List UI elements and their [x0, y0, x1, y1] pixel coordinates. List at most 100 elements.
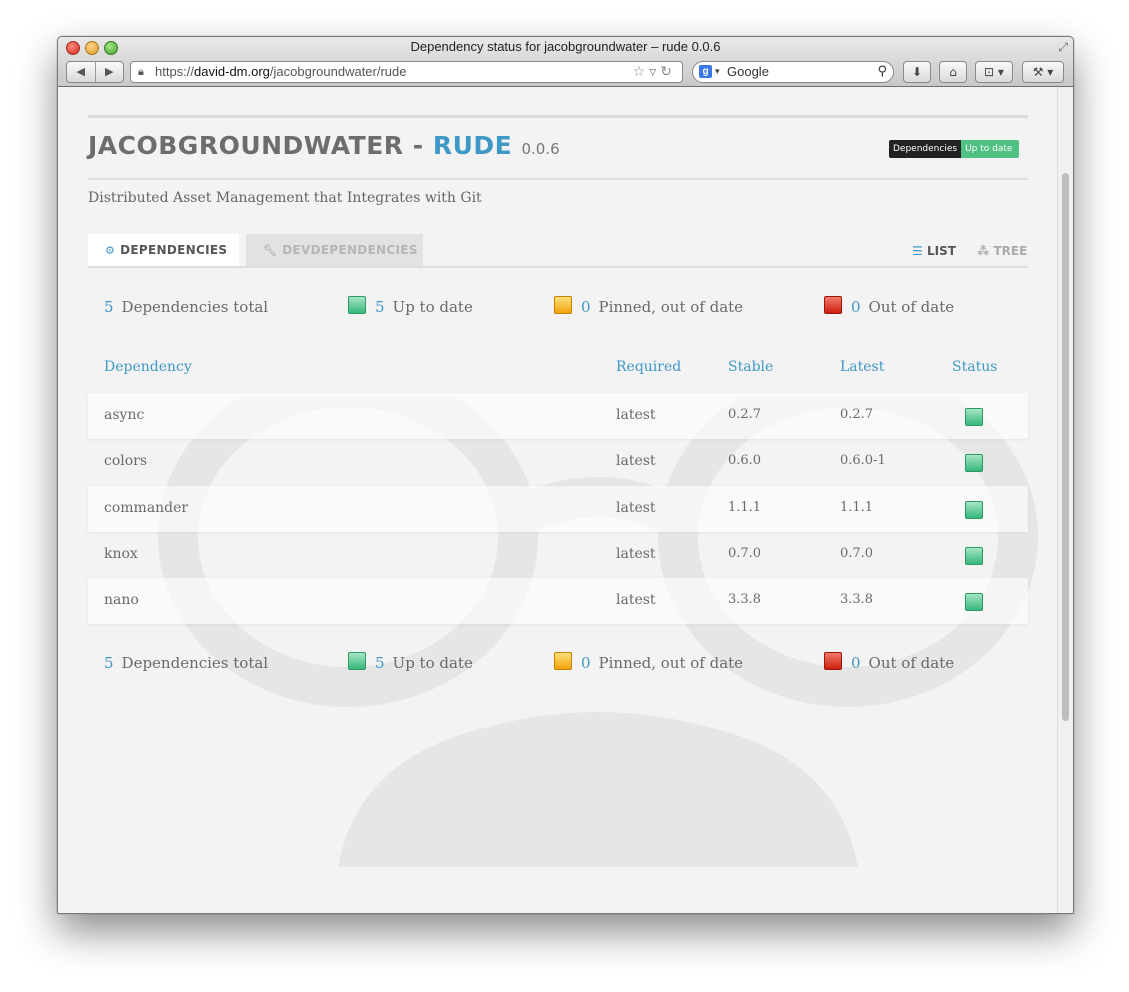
heading-divider	[88, 178, 1028, 180]
url-text[interactable]: https://david-dm.org/jacobgroundwater/ru…	[155, 62, 407, 82]
col-required[interactable]: Required	[616, 359, 681, 375]
stable-version: 1.1.1	[728, 500, 762, 515]
summary-uptodate: 5 Up to date	[348, 295, 473, 319]
search-bar[interactable]: g ▾ Google ⚲	[692, 61, 894, 83]
out-of-date-square-icon	[824, 296, 842, 314]
pinned-square-icon	[554, 296, 572, 314]
summary-top: 5 Dependencies total 5 Up to date 0 Pinned,…	[58, 295, 1058, 319]
repo-version: 0.0.6	[521, 140, 560, 158]
tab-devdependencies[interactable]: 🔧︎ DEVDEPENDENCIES	[246, 234, 423, 266]
col-dependency[interactable]: Dependency	[104, 359, 192, 375]
dependency-name[interactable]: nano	[104, 592, 139, 608]
stable-version: 3.3.8	[728, 592, 762, 607]
reload-icon[interactable]: ↻	[660, 64, 676, 80]
pinned-count: 0	[581, 298, 591, 316]
tab-dependencies[interactable]: ⚙ DEPENDENCIES	[88, 234, 239, 266]
status-up-to-date-icon	[965, 454, 983, 472]
browser-window: Dependency status for jacobgroundwater –…	[57, 36, 1074, 914]
table-row: commander latest 1.1.1 1.1.1	[88, 486, 1028, 532]
required-version: latest	[616, 546, 656, 562]
bookmarks-icon: ⊡ ▾	[984, 65, 1004, 79]
total-label: Dependencies total	[121, 298, 269, 316]
search-engine-caret-icon[interactable]: ▾	[715, 62, 720, 82]
settings-button[interactable]: ⚒ ▾	[1022, 61, 1064, 83]
forward-button[interactable]: ▶	[96, 62, 124, 82]
view-tree-toggle[interactable]: ⁂ TREE	[977, 244, 1027, 258]
downloads-button[interactable]: ⬇	[903, 61, 931, 83]
bookmark-star-icon[interactable]: ☆	[633, 64, 650, 80]
scrollbar-thumb[interactable]	[1062, 173, 1069, 721]
outofdate-count: 0	[851, 654, 861, 672]
search-icon[interactable]: ⚲	[877, 62, 887, 82]
back-forward-buttons: ◀ ▶	[66, 61, 124, 83]
tab-devdependencies-label: DEVDEPENDENCIES	[282, 243, 418, 257]
stable-version: 0.7.0	[728, 546, 762, 561]
list-icon: ☰	[912, 244, 923, 258]
summary-total: 5 Dependencies total	[104, 295, 268, 319]
lock-icon: 🔒︎	[138, 65, 144, 78]
summary-outofdate: 0 Out of date	[824, 295, 954, 319]
address-bar[interactable]: 🔒︎ https://david-dm.org/jacobgroundwater…	[130, 61, 683, 83]
summary-total: 5 Dependencies total	[104, 651, 268, 675]
dropdown-caret-icon[interactable]: ▿	[649, 64, 660, 80]
latest-version: 0.7.0	[840, 546, 874, 561]
outofdate-count: 0	[851, 298, 861, 316]
badge-value: Up to date	[961, 140, 1020, 158]
home-button[interactable]: ⌂	[939, 61, 967, 83]
dependency-name[interactable]: colors	[104, 453, 147, 469]
owner-name[interactable]: JACOBGROUNDWATER	[88, 131, 404, 160]
view-tree-label: TREE	[993, 244, 1028, 258]
url-actions: ☆▿↻	[633, 62, 676, 82]
table-row: nano latest 3.3.8 3.3.8	[88, 578, 1028, 624]
stable-version: 0.2.7	[728, 407, 762, 422]
fullscreen-icon[interactable]: ⤢	[1058, 40, 1068, 55]
vertical-scrollbar[interactable]	[1057, 87, 1073, 913]
url-host: david-dm.org	[194, 64, 270, 79]
pinned-count: 0	[581, 654, 591, 672]
bookmarks-button[interactable]: ⊡ ▾	[975, 61, 1013, 83]
tree-icon: ⁂	[977, 244, 990, 258]
badge-label: Dependencies	[889, 140, 962, 158]
tab-dependencies-label: DEPENDENCIES	[120, 243, 228, 257]
repo-name[interactable]: RUDE	[433, 131, 512, 160]
summary-pinned: 0 Pinned, out of date	[554, 295, 743, 319]
dependency-name[interactable]: async	[104, 407, 144, 423]
search-input[interactable]: Google	[727, 62, 769, 82]
latest-version: 3.3.8	[840, 592, 874, 607]
dependency-name[interactable]: commander	[104, 500, 188, 516]
col-latest[interactable]: Latest	[840, 359, 884, 375]
latest-version: 1.1.1	[840, 500, 874, 515]
required-version: latest	[616, 500, 656, 516]
google-logo-icon[interactable]: g	[699, 65, 712, 78]
download-arrow-icon: ⬇	[911, 65, 923, 79]
summary-outofdate: 0 Out of date	[824, 651, 954, 675]
page-content: JACOBGROUNDWATER - RUDE 0.0.6 Dependenci…	[58, 87, 1058, 913]
home-icon: ⌂	[949, 65, 957, 79]
title-separator: -	[403, 131, 433, 160]
total-count: 5	[104, 298, 114, 316]
tab-divider	[88, 266, 1028, 268]
summary-pinned: 0 Pinned, out of date	[554, 651, 743, 675]
repo-description: Distributed Asset Management that Integr…	[88, 190, 482, 206]
latest-version: 0.2.7	[840, 407, 874, 422]
col-stable[interactable]: Stable	[728, 359, 773, 375]
out-of-date-square-icon	[824, 652, 842, 670]
latest-version: 0.6.0-1	[840, 453, 886, 468]
required-version: latest	[616, 453, 656, 469]
status-up-to-date-icon	[965, 547, 983, 565]
status-badge[interactable]: Dependencies Up to date	[889, 140, 1020, 158]
table-row: knox latest 0.7.0 0.7.0	[88, 532, 1028, 578]
dependency-name[interactable]: knox	[104, 546, 138, 562]
title-bar: Dependency status for jacobgroundwater –…	[58, 37, 1073, 87]
up-to-date-square-icon	[348, 652, 366, 670]
back-button[interactable]: ◀	[67, 62, 96, 82]
wrench-icon: ⚒ ▾	[1032, 65, 1054, 79]
up-to-date-square-icon	[348, 296, 366, 314]
stable-version: 0.6.0	[728, 453, 762, 468]
pinned-label: Pinned, out of date	[598, 654, 744, 672]
total-label: Dependencies total	[121, 654, 269, 672]
url-path: /jacobgroundwater/rude	[269, 64, 407, 79]
view-list-toggle[interactable]: ☰ LIST	[912, 244, 956, 258]
col-status[interactable]: Status	[952, 359, 997, 375]
cogs-icon: ⚙	[105, 244, 116, 257]
